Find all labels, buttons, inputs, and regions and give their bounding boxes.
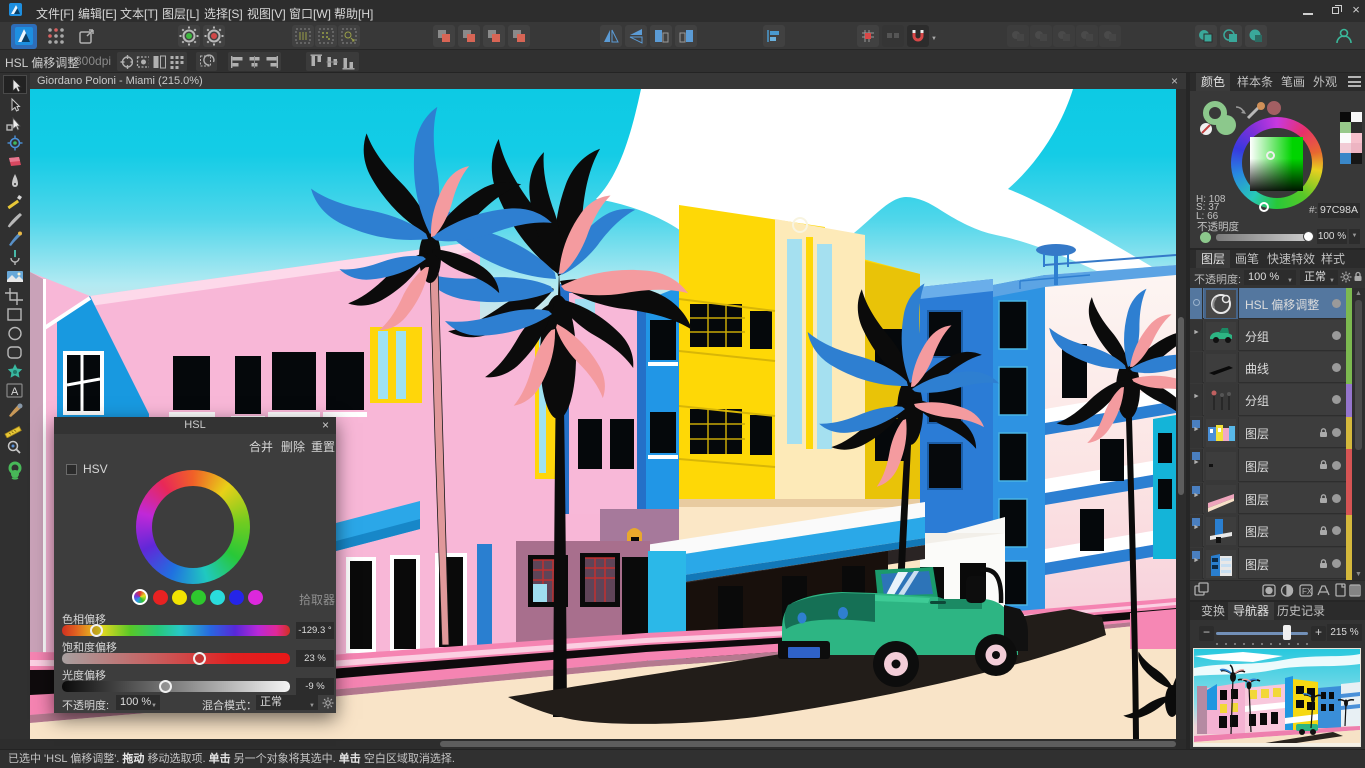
svg-text:A: A — [11, 386, 19, 398]
svg-text:FX: FX — [1302, 587, 1313, 596]
